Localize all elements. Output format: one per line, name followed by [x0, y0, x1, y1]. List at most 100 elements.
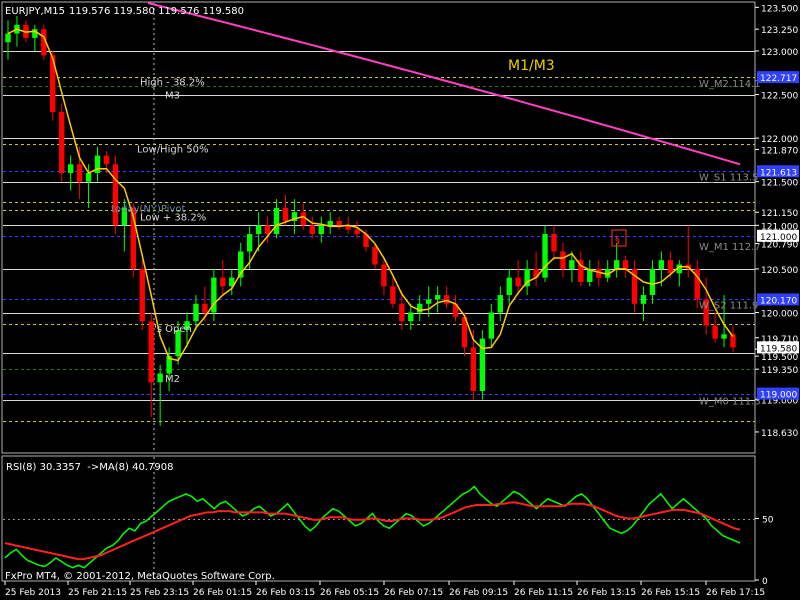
- candle-body: [551, 234, 557, 252]
- rsi-tick-label-0: 50: [762, 516, 774, 526]
- candle-body: [139, 268, 145, 322]
- candle-body: [255, 225, 262, 235]
- price-highlight-label-2: 121.000: [760, 233, 797, 243]
- candle-body: [273, 207, 280, 235]
- price-highlight-label-0: 122.717: [760, 74, 797, 84]
- annotation-6: 's Open: [154, 324, 192, 335]
- candle-body: [667, 260, 674, 274]
- candle-body: [157, 373, 163, 383]
- annotation-2: M3: [165, 91, 180, 102]
- price-axis: 123.500 123.250 123.000 122.500 122.000121.8…: [755, 4, 799, 439]
- price-highlight-label-5: 119.580: [760, 344, 797, 354]
- time-axis: 25 Feb 2013 25 Feb 21:15 25 Feb 23:15 26 Fe…: [4, 581, 765, 598]
- candle-body: [309, 225, 316, 235]
- candle-6: [59, 103, 65, 182]
- candle-body: [399, 303, 405, 322]
- price-highlight-label-4: 119.000: [760, 391, 797, 401]
- candle-body: [85, 173, 92, 182]
- candle-5: [50, 50, 56, 121]
- candle-body: [488, 312, 495, 339]
- time-tick-label-1: 25 Feb 21:15: [68, 588, 127, 598]
- time-tick-label-10: 26 Feb 15:15: [641, 588, 700, 598]
- candle-body: [354, 229, 360, 235]
- price-tick-label-10: 120.500: [761, 266, 798, 276]
- candle-53: [479, 329, 486, 400]
- time-tick-label-7: 26 Feb 09:15: [449, 588, 508, 598]
- candle-body: [76, 164, 83, 182]
- candle-body: [658, 260, 665, 269]
- candle-body: [417, 303, 423, 313]
- candle-body: [246, 234, 253, 252]
- time-tick-label-11: 26 Feb 17:15: [706, 588, 765, 598]
- annotation-9: W_S1 113.5: [699, 172, 758, 183]
- ohlc-values: 119.576 119.580 119.576 119.580: [69, 6, 244, 17]
- price-tick-label-15: 119.350: [761, 366, 798, 376]
- price-tick-label-11: 120.000: [761, 310, 798, 320]
- candle-body: [613, 260, 620, 269]
- candle-body: [622, 260, 629, 269]
- price-tick-label-5: 121.870: [761, 146, 798, 156]
- candle-body: [32, 29, 38, 38]
- price-highlight-label-1: 121.613: [760, 168, 797, 178]
- candle-body: [5, 33, 11, 43]
- price-tick-label-6: 121.500: [761, 179, 798, 189]
- time-tick-label-9: 26 Feb 13:15: [577, 588, 636, 598]
- candle-body: [408, 312, 414, 322]
- price-tick-label-4: 122.000: [761, 135, 798, 145]
- candle-body: [264, 225, 271, 235]
- copyright-text: FxPro MT4, © 2001-2012, MetaQuotes Softw…: [5, 571, 275, 582]
- rsi-title: RSI(8) 30.3357 ->MA(8) 40.7908: [6, 462, 173, 473]
- price-tick-label-3: 122.500: [761, 92, 798, 102]
- candle-body: [390, 286, 396, 304]
- time-tick-label-3: 26 Feb 01:15: [193, 588, 252, 598]
- candle-body: [640, 295, 647, 304]
- annotation-3: Low/High 50%: [137, 145, 208, 156]
- candle-body: [336, 220, 342, 226]
- time-tick-label-6: 26 Feb 07:15: [384, 588, 443, 598]
- candle-body: [470, 347, 477, 391]
- candle-body: [506, 277, 512, 296]
- time-tick-label-2: 25 Feb 23:15: [130, 588, 189, 598]
- candle-12: [112, 155, 119, 235]
- candle-body: [443, 295, 450, 304]
- candle-body: [67, 164, 74, 174]
- candle-body: [202, 303, 208, 313]
- symbol-label: EURJPY,M15: [5, 6, 65, 17]
- annotation-11: W_S2 111.9: [699, 301, 758, 312]
- candle-body: [220, 277, 226, 287]
- candle-body: [372, 247, 378, 265]
- price-tick-label-0: 123.500: [761, 4, 798, 14]
- candle-body: [59, 111, 65, 174]
- candle-body: [721, 334, 727, 339]
- rsi-tick-label-1: 0: [762, 577, 768, 587]
- price-highlight-label-3: 120.170: [760, 296, 797, 306]
- rsi-axis: 50 0: [755, 516, 774, 587]
- time-tick-label-5: 26 Feb 05:15: [320, 588, 379, 598]
- candle-body: [112, 164, 119, 226]
- candle-body: [425, 299, 432, 304]
- time-tick-label-8: 26 Feb 11:15: [514, 588, 573, 598]
- annotation-7: M2: [165, 374, 180, 385]
- candle-body: [327, 220, 333, 226]
- candle-body: [542, 234, 548, 278]
- candle-body: [712, 325, 718, 339]
- annotation-5: Low + 38.2%: [140, 213, 206, 224]
- price-tick-label-14: 119.500: [761, 353, 798, 363]
- candle-body: [649, 268, 656, 296]
- candle-15: [139, 260, 145, 330]
- time-tick-label-4: 26 Feb 03:15: [256, 588, 315, 598]
- annotation-12: W_M0 111.3: [699, 397, 761, 408]
- candle-body: [569, 260, 575, 269]
- price-tick-label-17: 118.630: [761, 429, 798, 439]
- price-tick-label-2: 123.000: [761, 48, 798, 58]
- candle-body: [103, 155, 110, 165]
- time-tick-label-0: 25 Feb 2013: [5, 588, 61, 598]
- annotation-0: M1/M3: [508, 58, 555, 74]
- mt4-chart[interactable]: M1/M3High - 38.2%M3Low/High 50%today(NY)…: [0, 0, 800, 600]
- marker-glyph: §: [615, 235, 620, 246]
- annotation-8: W_M2 114.1: [699, 79, 761, 90]
- candle-body: [318, 225, 324, 235]
- annotation-10: W_M1 112.7: [699, 242, 761, 253]
- price-tick-label-7: 121.150: [761, 209, 798, 219]
- candle-body: [515, 277, 521, 287]
